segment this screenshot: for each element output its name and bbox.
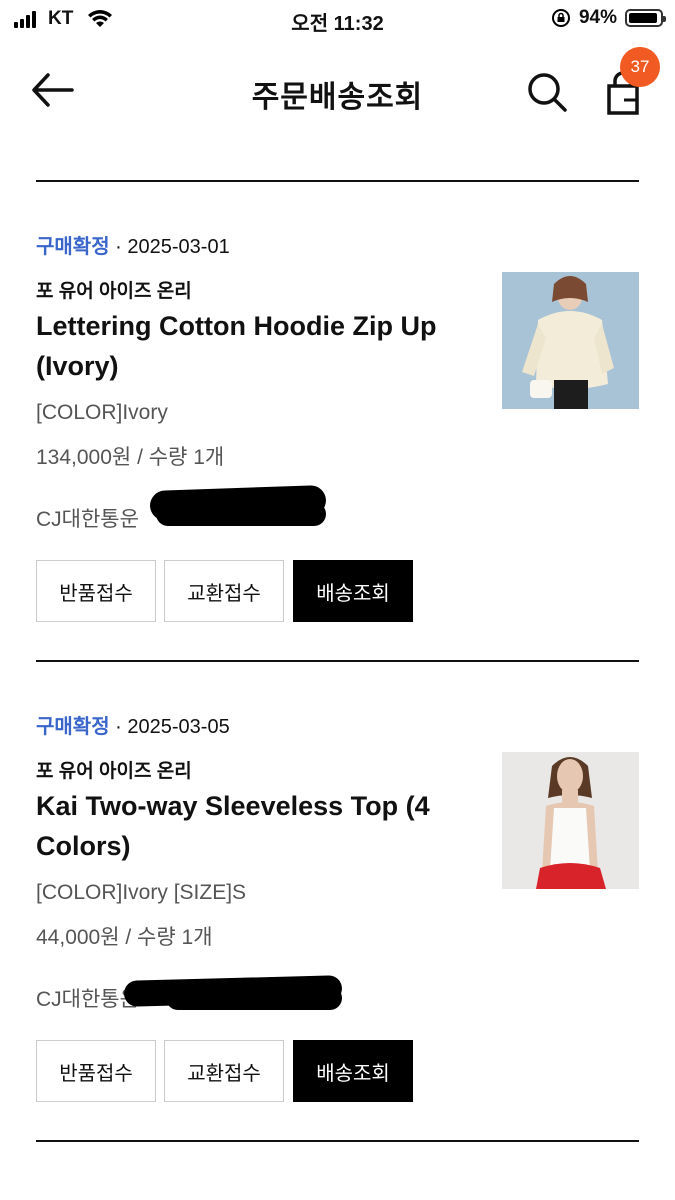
search-button[interactable] (525, 70, 569, 114)
brand-name: 포 유어 아이즈 온리 (36, 281, 192, 302)
order-date: 2025-03-05 (127, 716, 230, 738)
status-bar: KT 오전 11:32 94% (0, 0, 675, 38)
courier-name: CJ대한통운 (36, 508, 139, 531)
page-title: 주문배송조회 (251, 81, 424, 114)
redaction-mark (156, 502, 326, 526)
track-delivery-button[interactable]: 배송조회 (293, 560, 413, 622)
product-price: 134,000원 / 수량 1개 (36, 446, 225, 469)
order-meta: 구매확정 · 2025-03-01 (36, 230, 230, 259)
return-request-button[interactable]: 반품접수 (36, 560, 156, 622)
product-price: 44,000원 / 수량 1개 (36, 926, 213, 949)
product-image-hoodie (502, 272, 639, 409)
order-status: 구매확정 (36, 716, 110, 738)
order-date: 2025-03-01 (127, 236, 230, 258)
product-image-sleeveless-top (502, 752, 639, 889)
order-card[interactable]: 구매확정 · 2025-03-01 포 유어 아이즈 온리 Lettering … (36, 230, 639, 630)
battery-fill (629, 13, 658, 23)
order-card[interactable]: 구매확정 · 2025-03-05 포 유어 아이즈 온리 Kai Two-wa… (36, 710, 639, 1110)
battery-percent: 94% (578, 7, 617, 28)
order-meta: 구매확정 · 2025-03-05 (36, 710, 230, 739)
product-title[interactable]: Kai Two-way Sleeveless Top (4 Colors) (36, 786, 476, 866)
meta-separator: · (115, 236, 122, 258)
exchange-request-button[interactable]: 교환접수 (164, 1040, 284, 1102)
order-status: 구매확정 (36, 236, 110, 258)
orientation-lock-icon (551, 9, 570, 27)
return-request-button[interactable]: 반품접수 (36, 1040, 156, 1102)
product-title[interactable]: Lettering Cotton Hoodie Zip Up (Ivory) (36, 306, 476, 386)
search-icon (528, 73, 567, 112)
courier-name: CJ대한통운 (36, 988, 139, 1011)
product-option: [COLOR]Ivory [SIZE]S (36, 881, 247, 904)
product-thumbnail[interactable] (502, 272, 639, 409)
product-thumbnail[interactable] (502, 752, 639, 889)
cart-count-badge: 37 (620, 47, 660, 87)
status-right: 94% (551, 7, 666, 29)
redaction-mark (166, 986, 342, 1010)
order-divider (36, 1140, 639, 1142)
meta-separator: · (115, 716, 122, 738)
brand-name: 포 유어 아이즈 온리 (36, 761, 192, 782)
header-divider (36, 180, 639, 182)
app-header: 주문배송조회 (0, 50, 675, 130)
exchange-request-button[interactable]: 교환접수 (164, 560, 284, 622)
track-delivery-button[interactable]: 배송조회 (293, 1040, 413, 1102)
order-divider (36, 660, 639, 662)
product-option: [COLOR]Ivory (36, 401, 168, 424)
battery-icon (625, 9, 666, 27)
